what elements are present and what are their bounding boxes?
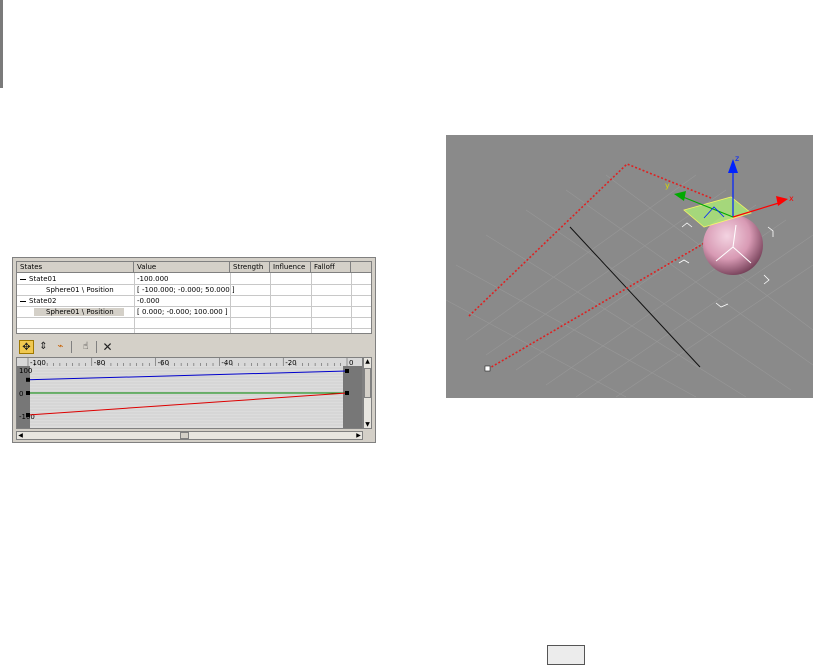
y-tick-label: 100: [19, 367, 32, 375]
pan-hand-icon[interactable]: ☝: [78, 340, 93, 354]
transform-gizmo[interactable]: z y x: [665, 154, 794, 228]
toolbar-separator: [71, 341, 72, 353]
curve-key[interactable]: [26, 377, 30, 382]
x-tick-label: -100: [30, 359, 46, 367]
empty-row: [17, 318, 371, 329]
graph-gridlines: [17, 367, 362, 426]
curve-key[interactable]: [345, 369, 349, 373]
curve-key[interactable]: [26, 391, 30, 395]
states-grid: States Value Strength Influence Falloff …: [16, 261, 372, 334]
curve-vertical-scrollbar[interactable]: ▲ ▼: [363, 357, 372, 429]
column-header-states[interactable]: States: [17, 262, 134, 273]
x-tick-label: -40: [221, 359, 232, 367]
state-row[interactable]: State02 -0.000: [17, 296, 371, 307]
column-header-value[interactable]: Value: [134, 262, 230, 273]
x-tick-label: 0: [349, 359, 353, 367]
state-name: State02: [29, 297, 57, 305]
time-ruler: [17, 358, 362, 366]
scroll-thumb[interactable]: [180, 432, 189, 439]
column-header-falloff[interactable]: Falloff: [311, 262, 351, 273]
x-tick-label: -60: [158, 359, 169, 367]
curve-graph: -100 -80 -60 -40 -20 0 100 0 -100: [17, 358, 362, 428]
state-name-cell: State01: [20, 274, 56, 284]
parameter-value[interactable]: [ 0.000; -0.000; 100.000 ]: [137, 307, 228, 317]
range-right-shade: [343, 366, 362, 428]
scroll-left-icon[interactable]: ◀: [17, 432, 24, 439]
collapse-icon[interactable]: [20, 300, 26, 302]
state-name-cell: State02: [20, 296, 56, 306]
page-margin-rule: [0, 0, 3, 88]
gizmo-x-label: x: [789, 194, 794, 203]
state-value[interactable]: -100.000: [137, 274, 168, 284]
parameter-name-cell: Sphere01 \ Position: [34, 307, 124, 317]
move-keys-icon[interactable]: ✥: [19, 340, 34, 354]
curve-editor[interactable]: -100 -80 -60 -40 -20 0 100 0 -100: [16, 357, 363, 429]
y-axis-arrow-icon: [674, 191, 686, 201]
curve-toolbar: ✥ ⇕ ⌁ ☝ ✕: [16, 338, 372, 356]
y-tick-label: 0: [19, 390, 23, 398]
state-row[interactable]: State01 -100.000: [17, 274, 371, 285]
parameter-row-selected[interactable]: Sphere01 \ Position [ 0.000; -0.000; 100…: [17, 307, 371, 318]
motion-trajectory-upper: [468, 163, 712, 317]
parameter-collector-panel: States Value Strength Influence Falloff …: [12, 257, 376, 443]
state-name: State01: [29, 275, 57, 283]
x-tick-label: -20: [285, 359, 296, 367]
x-tick-label: -80: [94, 359, 105, 367]
column-header-strength[interactable]: Strength: [230, 262, 270, 273]
scroll-thumb[interactable]: [364, 368, 371, 398]
scale-keys-icon[interactable]: ⇕: [36, 340, 51, 354]
column-header-influence[interactable]: Influence: [270, 262, 311, 273]
grid-center-line: [569, 226, 701, 368]
parameter-row[interactable]: Sphere01 \ Position [ -100.000; -0.000; …: [17, 285, 371, 296]
trajectory-key-marker[interactable]: [484, 365, 491, 372]
state-value[interactable]: -0.000: [137, 296, 160, 306]
parameter-name: Sphere01 \ Position: [46, 286, 114, 294]
add-keys-icon[interactable]: ⌁: [53, 340, 68, 354]
perspective-viewport[interactable]: z y x: [445, 135, 813, 398]
scroll-right-icon[interactable]: ▶: [355, 432, 362, 439]
scroll-down-icon[interactable]: ▼: [364, 421, 371, 428]
viewport-scene: z y x: [445, 154, 813, 398]
curve-horizontal-scrollbar[interactable]: ◀ ▶: [16, 431, 363, 440]
curve-line-x[interactable]: [27, 370, 348, 381]
collapse-icon[interactable]: [20, 278, 26, 280]
delete-icon[interactable]: ✕: [100, 340, 115, 354]
gizmo-y-label: y: [665, 181, 670, 190]
x-axis-arrow-icon: [776, 196, 788, 206]
parameter-name: Sphere01 \ Position: [34, 308, 124, 316]
curve-key[interactable]: [26, 413, 30, 417]
small-button[interactable]: [547, 645, 585, 665]
gizmo-z-label: z: [735, 154, 739, 163]
curve-key[interactable]: [345, 391, 349, 395]
scroll-up-icon[interactable]: ▲: [364, 358, 371, 365]
grid-header: States Value Strength Influence Falloff: [17, 262, 371, 273]
parameter-value[interactable]: [ -100.000; -0.000; 50.000 ]: [137, 285, 235, 295]
toolbar-separator: [96, 341, 97, 353]
